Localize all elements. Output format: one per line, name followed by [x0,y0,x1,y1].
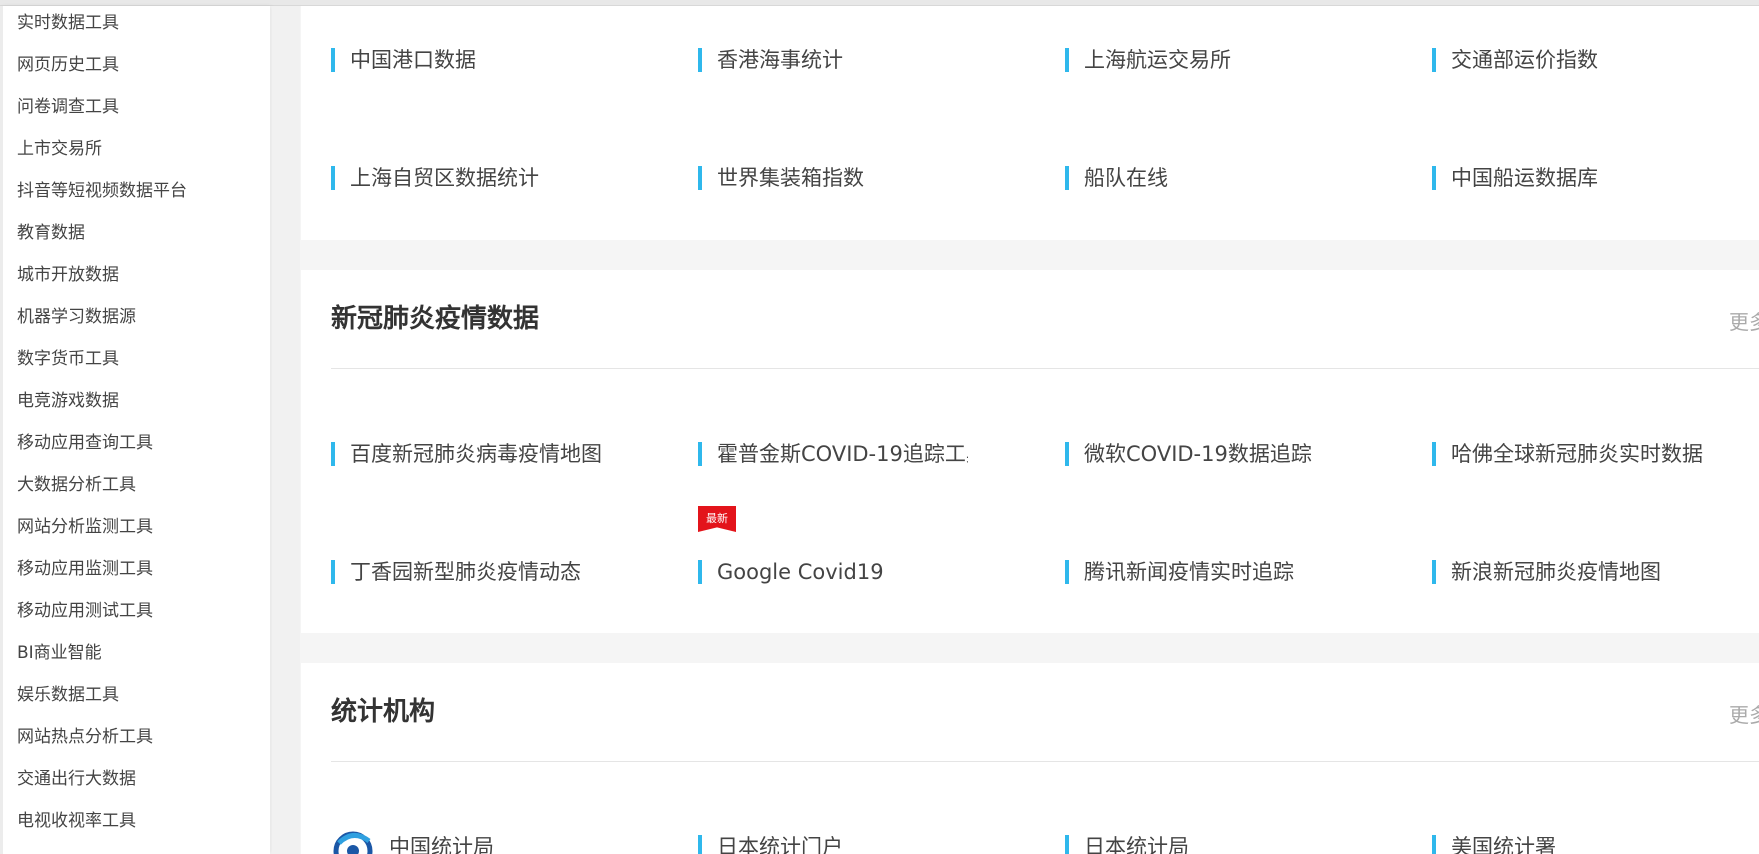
accent-bar [698,835,702,854]
link-label: 交通部运价指数 [1451,48,1598,72]
section-title: 新冠肺炎疫情数据 [331,304,540,334]
link-label: 日本统计门户 [717,835,843,854]
accent-bar [698,560,702,584]
shipping-data-panel: 中国港口数据 香港海事统计 上海航运交易所 交通部运价指数 上海自贸区数据统计 … [301,6,1759,240]
link-label: 美国统计署 [1451,835,1556,854]
sidebar-item[interactable]: 实时数据工具 [17,12,119,34]
sidebar-item[interactable]: 移动应用查询工具 [17,432,153,454]
accent-bar [1065,442,1069,466]
sidebar-item[interactable]: 城市开放数据 [17,264,119,286]
sidebar-item[interactable]: 网页历史工具 [17,54,119,76]
link-label: 上海航运交易所 [1084,48,1231,72]
accent-bar [1432,560,1436,584]
sidebar-item[interactable]: 电视收视率工具 [17,810,136,832]
category-sidebar: 实时数据工具 网页历史工具 问卷调查工具 上市交易所 抖音等短视频数据平台 教育… [0,6,270,854]
new-badge: 最新 [698,506,736,532]
accent-bar [331,166,335,190]
section-title: 统计机构 [331,697,436,727]
accent-bar [1432,835,1436,854]
sidebar-item[interactable]: 机器学习数据源 [17,306,136,328]
sidebar-item[interactable]: 抖音等短视频数据平台 [17,180,187,202]
accent-bar [331,442,335,466]
sidebar-item[interactable]: 娱乐数据工具 [17,684,119,706]
link-label: Google Covid19 [717,560,884,584]
sidebar-item[interactable]: 上市交易所 [17,138,102,160]
accent-bar [1432,48,1436,72]
accent-bar [698,48,702,72]
sidebar-item[interactable]: 电竞游戏数据 [17,390,119,412]
link-label: 丁香园新型肺炎疫情动态 [350,560,581,584]
accent-bar [1432,166,1436,190]
resource-link[interactable]: 霍普金斯COVID-19追踪工具 [698,440,968,468]
sidebar-item[interactable]: 数字货币工具 [17,348,119,370]
sidebar-item[interactable]: 网站分析监测工具 [17,516,153,538]
statistics-agencies-panel: 统计机构 更多 中国统计局 日本统计门户 日本统计局 美国统计署 [301,663,1759,854]
section-divider [331,761,1759,762]
sidebar-item[interactable]: 移动应用监测工具 [17,558,153,580]
sidebar-item[interactable]: 大数据分析工具 [17,474,136,496]
section-divider [331,368,1759,369]
link-label: 腾讯新闻疫情实时追踪 [1084,560,1294,584]
sidebar-item[interactable]: 网站热点分析工具 [17,726,153,748]
sidebar-item[interactable]: BI商业智能 [17,642,102,664]
accent-bar [698,166,702,190]
link-label: 上海自贸区数据统计 [350,166,539,190]
link-label: 哈佛全球新冠肺炎实时数据 [1451,442,1703,466]
link-label: 微软COVID-19数据追踪 [1084,442,1312,466]
accent-bar [1065,835,1069,854]
accent-bar [1432,442,1436,466]
link-label: 香港海事统计 [717,48,843,72]
more-link[interactable]: 更多 [1729,308,1759,336]
link-label: 中国港口数据 [350,48,476,72]
accent-bar [1065,166,1069,190]
china-stats-logo-icon [333,831,373,854]
sidebar-item[interactable]: 教育数据 [17,222,85,244]
accent-bar [698,442,702,466]
accent-bar [331,48,335,72]
link-label: 日本统计局 [1084,835,1189,854]
accent-bar [1065,560,1069,584]
link-label: 船队在线 [1084,166,1168,190]
link-label: 百度新冠肺炎病毒疫情地图 [350,442,602,466]
sidebar-gutter [272,6,300,854]
sidebar-item[interactable]: 问卷调查工具 [17,96,119,118]
link-label: 新浪新冠肺炎疫情地图 [1451,560,1661,584]
covid-data-panel: 新冠肺炎疫情数据 更多 百度新冠肺炎病毒疫情地图 霍普金斯COVID-19追踪工… [301,270,1759,633]
link-label: 霍普金斯COVID-19追踪工具 [717,442,968,466]
link-label: 中国船运数据库 [1451,166,1598,190]
link-label: 世界集装箱指数 [717,166,864,190]
sidebar-item[interactable]: 移动应用测试工具 [17,600,153,622]
accent-bar [1065,48,1069,72]
more-link[interactable]: 更多 [1729,701,1759,729]
sidebar-item[interactable]: 交通出行大数据 [17,768,136,790]
accent-bar [331,560,335,584]
link-label: 中国统计局 [389,835,494,854]
